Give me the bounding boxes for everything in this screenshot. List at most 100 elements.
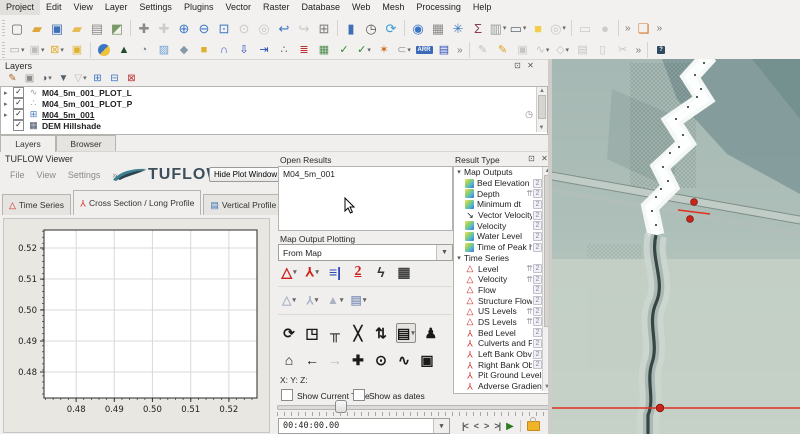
lock-icon[interactable] <box>527 421 540 431</box>
nominatim-geocoder-icon[interactable]: ● <box>596 18 614 38</box>
time-combo-arrow-icon[interactable]: ▼ <box>433 419 449 433</box>
current-edits-icon[interactable]: ✎ <box>474 43 492 58</box>
nav-pan-icon[interactable]: ✚ <box>350 351 366 369</box>
zoom-full-icon[interactable]: ⊡ <box>215 18 233 38</box>
expand-icon[interactable]: ▸ <box>4 89 13 97</box>
menu-vector[interactable]: Vector <box>219 0 257 15</box>
user-plot-data-icon[interactable]: ♟ <box>423 324 439 342</box>
result-type-item[interactable]: △Structure Flows2 <box>454 295 542 306</box>
result-type-item[interactable]: △Velocity⇈2 <box>454 274 542 285</box>
flux-section-icon[interactable]: ≡| <box>327 263 343 281</box>
result-type-item[interactable]: Time of Peak h2 <box>454 242 542 253</box>
select-features-icon[interactable]: ▭▾ <box>8 43 26 58</box>
download-plugin-icon[interactable]: ⇩ <box>235 43 253 58</box>
time-prev-button[interactable]: < <box>474 421 478 431</box>
new-print-layout-icon[interactable]: ▤ <box>88 18 106 38</box>
style-manager-icon[interactable]: ◩ <box>108 18 126 38</box>
digitizing-plugin-icon[interactable]: ◆ <box>175 43 193 58</box>
zoom-in-icon[interactable]: ⊕ <box>175 18 193 38</box>
collapse-all-icon[interactable]: ⊟ <box>107 72 122 85</box>
toggle-pipes-icon[interactable]: ╥ <box>327 324 343 342</box>
open-results-list[interactable]: M04_5m_001 <box>278 166 453 231</box>
layer-row[interactable]: ▸✓∿M04_5m_001_PLOT_L <box>1 87 547 98</box>
nav-back-icon[interactable]: ← <box>304 351 320 369</box>
result-type-item[interactable]: Velocity2 <box>454 220 542 231</box>
package-plugin-icon[interactable]: ■ <box>195 43 213 58</box>
result-type-tree[interactable]: ▾Map OutputsBed Elevation2Depth⇈2Minimum… <box>453 166 553 394</box>
pan-to-selection-icon[interactable]: ✚ <box>155 18 173 38</box>
toggle-editing-icon[interactable]: ✎ <box>494 43 512 58</box>
remove-layer-icon[interactable]: ⊠ <box>124 72 139 85</box>
notes-plugin-icon[interactable]: ▤ <box>435 43 453 58</box>
tab-time-series[interactable]: △Time Series <box>2 194 71 215</box>
layers-scrollbar[interactable]: ▲▼ <box>536 87 547 132</box>
zoom-out-icon[interactable]: ⊖ <box>195 18 213 38</box>
time-first-button[interactable]: |< <box>462 421 468 431</box>
statistical-summary-icon[interactable]: Σ <box>469 18 487 38</box>
result-type-item[interactable]: ↘Vector Velocity2 <box>454 210 542 221</box>
filter-legend-icon[interactable]: ▼ <box>56 72 71 85</box>
time-combobox[interactable]: 00:40:00.00 ▼ <box>278 418 450 434</box>
tcp-plugin-icon[interactable]: ∴ <box>275 43 293 58</box>
tab-layers[interactable]: Layers <box>0 135 56 152</box>
locator-search-icon[interactable]: ◎▾ <box>549 18 567 38</box>
gdal-tools-plugin-icon[interactable]: ◔ <box>135 43 153 58</box>
open-attribute-table-icon[interactable]: ▦ <box>429 18 447 38</box>
result-type-item[interactable]: YPit Ground Levels... <box>454 370 542 381</box>
project-from-template-icon[interactable]: ▰ <box>68 18 86 38</box>
map-canvas[interactable] <box>552 59 800 434</box>
time-series-secondary-icon[interactable]: △▾ <box>281 291 297 309</box>
menu-raster[interactable]: Raster <box>257 0 296 15</box>
result-type-item[interactable]: Depth⇈2 <box>454 188 542 199</box>
plot-grid-icon[interactable]: ▦ <box>396 263 412 281</box>
arr-plugin-icon[interactable]: ARR <box>415 43 433 58</box>
measure-line-icon[interactable]: ▭▾ <box>509 18 527 38</box>
layer-row[interactable]: ✓▦DEM Hillshade <box>1 120 547 131</box>
result-type-item[interactable]: △Flow2 <box>454 285 542 296</box>
menu-database[interactable]: Database <box>296 0 347 15</box>
tab-cross-section-long-profile[interactable]: YCross Section / Long Profile <box>73 190 201 215</box>
delete-selected-icon[interactable]: ▯ <box>594 43 612 58</box>
plot-canvas[interactable]: 0.480.490.500.510.520.520.510.500.490.48 <box>4 219 267 430</box>
open-table-icon[interactable]: ▥▾ <box>489 18 507 38</box>
viewer-menu-view[interactable]: View <box>31 170 62 180</box>
nav-forward-icon[interactable]: → <box>327 351 343 369</box>
result-type-item[interactable]: YRight Bank Obvert2 <box>454 359 542 370</box>
terrain-plugin-icon[interactable]: ▲ <box>115 43 133 58</box>
result-type-item[interactable]: Bed Elevation2 <box>454 178 542 189</box>
layer-visibility-checkbox[interactable]: ✓ <box>13 109 24 120</box>
save-project-icon[interactable]: ▣ <box>48 18 66 38</box>
result-type-item[interactable]: YLeft Bank Obvert2 <box>454 349 542 360</box>
menu-help[interactable]: Help <box>467 0 498 15</box>
filter-by-expression-icon[interactable]: ▽▾ <box>73 72 88 85</box>
result-type-item[interactable]: YCulverts and Pipes2 <box>454 338 542 349</box>
play-button[interactable]: ▶ <box>506 421 514 432</box>
clear-plot-icon[interactable]: ◳ <box>304 324 320 342</box>
toolbar-overflow-icon[interactable]: » <box>633 45 645 56</box>
zoom-last-icon[interactable]: ↩ <box>275 18 293 38</box>
pan-map-icon[interactable]: ✚ <box>135 18 153 38</box>
layer-name[interactable]: M04_5m_001_PLOT_P <box>42 99 132 109</box>
layer-name[interactable]: M04_5m_001 <box>42 110 94 120</box>
menu-settings[interactable]: Settings <box>133 0 178 15</box>
layer-row[interactable]: ▸✓⊞M04_5m_001◷ <box>1 109 547 120</box>
layer-name[interactable]: DEM Hillshade <box>42 121 101 131</box>
help-plugin-icon[interactable]: ? <box>652 43 670 58</box>
menu-project[interactable]: Project <box>0 0 40 15</box>
result-type-item[interactable]: Water Level2 <box>454 231 542 242</box>
menu-edit[interactable]: Edit <box>40 0 68 15</box>
zoom-to-selection-icon[interactable]: ⊙ <box>235 18 253 38</box>
curtain-plot-icon[interactable]: ▲▾ <box>327 291 343 309</box>
menu-processing[interactable]: Processing <box>410 0 467 15</box>
show-bookmarks-icon[interactable]: ▮ <box>342 18 360 38</box>
menu-layer[interactable]: Layer <box>99 0 134 15</box>
result-type-item[interactable]: △DS Levels⇈2 <box>454 317 542 328</box>
check-plugin-icon[interactable]: ✓ <box>335 43 353 58</box>
toolbar-overflow-icon[interactable]: » <box>622 23 634 34</box>
map-output-plotting-combo[interactable]: From Map ▼ <box>278 244 453 261</box>
tab-browser[interactable]: Browser <box>56 135 116 152</box>
map-tips-icon[interactable]: ■ <box>529 18 547 38</box>
plot-cross-section-icon[interactable]: Y▾ <box>304 263 320 281</box>
select-by-value-icon[interactable]: ▣ <box>68 43 86 58</box>
toolbar-overflow-icon[interactable]: » <box>454 45 466 56</box>
